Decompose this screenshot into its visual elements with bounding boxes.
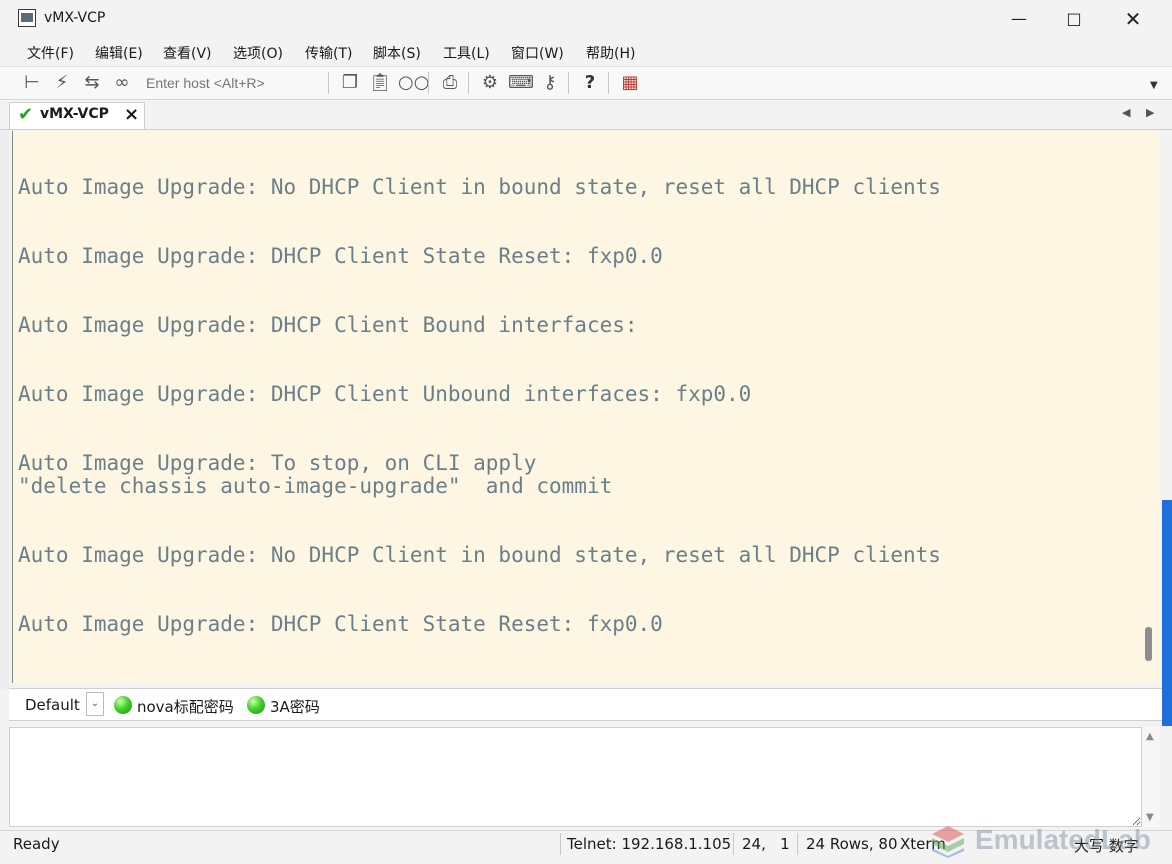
status-connection: Telnet: 192.168.1.105	[567, 835, 732, 853]
toolbar-separator	[608, 72, 609, 94]
host-input[interactable]	[140, 71, 325, 95]
status-ready: Ready	[13, 835, 60, 853]
paste-icon[interactable]: 📋︎	[368, 72, 392, 94]
status-separator	[733, 833, 734, 855]
reconnect-icon[interactable]: ⇆	[80, 72, 104, 94]
status-dot-icon	[114, 696, 132, 714]
nova-password-button[interactable]: nova标配密码	[137, 696, 234, 717]
menu-edit[interactable]: 编辑(E)	[95, 43, 143, 63]
watermark-text: EmulatedLab	[975, 824, 1151, 855]
scroll-down-icon[interactable]: ▼	[1146, 812, 1154, 823]
quick-connect-icon[interactable]: ⚡︎	[50, 72, 74, 94]
tab-bar	[0, 100, 1172, 130]
background-window-edge	[0, 130, 9, 690]
maximize-button[interactable]: □	[1045, 0, 1103, 38]
help-icon[interactable]: ?	[578, 72, 602, 94]
print-icon[interactable]: ⎙	[438, 72, 462, 94]
connected-check-icon: ✔	[18, 104, 34, 125]
menu-options[interactable]: 选项(O)	[233, 43, 283, 63]
tab-scroll-right-icon[interactable]: ▶	[1146, 106, 1154, 119]
status-terminal-size: 24 Rows, 80	[806, 835, 898, 853]
terminal-line: Auto Image Upgrade: No DHCP Client in bo…	[18, 175, 941, 199]
terminal-line: "delete chassis auto-image-upgrade" and …	[18, 474, 613, 498]
terminal-line: Auto Image Upgrade: DHCP Client State Re…	[18, 612, 663, 636]
session-select[interactable]: Default	[25, 696, 80, 714]
status-separator	[797, 833, 798, 855]
disconnect-icon[interactable]: ∞	[110, 72, 134, 94]
close-window-button[interactable]: ✕	[1104, 0, 1162, 38]
find-icon[interactable]: ○○	[398, 72, 429, 94]
watermark-logo-icon	[932, 826, 964, 858]
terminal-scrollbar[interactable]	[1139, 131, 1159, 683]
minimize-button[interactable]: —	[990, 0, 1048, 38]
toolbar-separator	[568, 72, 569, 94]
status-dot-icon	[247, 696, 265, 714]
terminal-line: Auto Image Upgrade: DHCP Client Unbound …	[18, 382, 752, 406]
status-separator	[560, 833, 561, 855]
settings-gear-icon[interactable]: ⚙	[478, 72, 502, 94]
terminal-line: Auto Image Upgrade: DHCP Client Bound in…	[18, 313, 638, 337]
terminal-scrollbar-thumb[interactable]	[1145, 627, 1152, 661]
menu-view[interactable]: 查看(V)	[163, 43, 212, 63]
scroll-up-icon[interactable]: ▲	[1146, 731, 1154, 742]
menu-window[interactable]: 窗口(W)	[511, 43, 564, 63]
tab-scroll-left-icon[interactable]: ◀	[1122, 106, 1130, 119]
key-icon[interactable]: ⚷	[538, 72, 562, 94]
tab-close-icon[interactable]: ×	[124, 104, 139, 125]
toolbar-separator	[328, 72, 329, 94]
status-cursor-position: 24, 1	[742, 835, 790, 853]
terminal-line: Auto Image Upgrade: DHCP Client State Re…	[18, 244, 663, 268]
menu-file[interactable]: 文件(F)	[27, 43, 74, 63]
terminal-output[interactable]: Auto Image Upgrade: No DHCP Client in bo…	[12, 131, 1139, 683]
terminal-line: Auto Image Upgrade: To stop, on CLI appl…	[18, 451, 537, 475]
menu-tools[interactable]: 工具(L)	[443, 43, 490, 63]
3a-password-button[interactable]: 3A密码	[270, 696, 320, 717]
command-window[interactable]	[9, 727, 1142, 827]
window-title: vMX-VCP	[44, 10, 106, 26]
menu-help[interactable]: 帮助(H)	[586, 43, 635, 63]
menu-script[interactable]: 脚本(S)	[373, 43, 421, 63]
sftp-icon[interactable]: ▦	[618, 72, 642, 94]
copy-icon[interactable]: ❐	[338, 72, 362, 94]
toolbar-overflow-icon[interactable]: ▼	[1150, 80, 1158, 91]
tab-label: vMX-VCP	[40, 106, 109, 122]
connect-icon[interactable]: ⊢	[20, 72, 44, 94]
app-icon[interactable]	[18, 9, 36, 27]
session-dropdown-chevron-icon[interactable]: ⌄	[86, 692, 104, 716]
menu-transfer[interactable]: 传输(T)	[305, 43, 352, 63]
keymap-icon[interactable]: ⌨	[508, 72, 534, 94]
toolbar-separator	[428, 72, 429, 94]
desktop-background-edge	[1162, 500, 1172, 726]
terminal-line: Auto Image Upgrade: No DHCP Client in bo…	[18, 543, 941, 567]
toolbar-separator	[468, 72, 469, 94]
